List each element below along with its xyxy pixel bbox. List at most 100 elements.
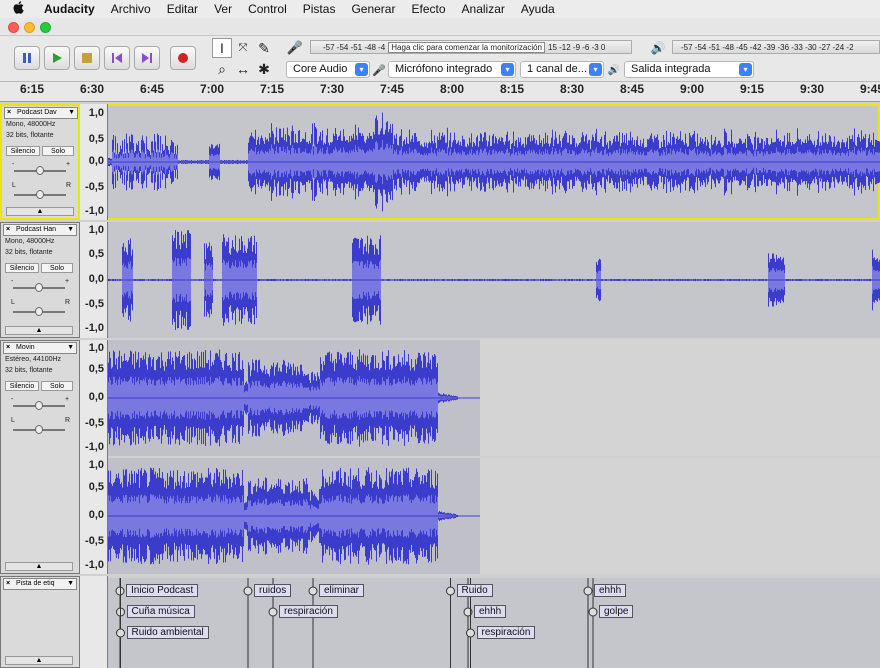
label-text[interactable]: ruidos xyxy=(254,584,292,597)
ruler-tick: 7:30 xyxy=(320,82,345,96)
gain-slider[interactable] xyxy=(14,166,66,175)
zoom-window-button[interactable] xyxy=(40,22,51,33)
label-text[interactable]: respiración xyxy=(476,626,536,639)
track-rate: Mono, 48000Hz xyxy=(6,121,56,128)
label-text[interactable]: ehhh xyxy=(594,584,627,597)
chevron-down-icon: ▼ xyxy=(68,109,75,116)
close-window-button[interactable] xyxy=(8,22,19,33)
y-tick: -1,0 xyxy=(85,441,104,453)
record-meter-icon[interactable]: 🎤 xyxy=(285,38,305,58)
record-meter[interactable]: -57 -54 -51 -48 -4 Haga clic para comenz… xyxy=(310,40,632,54)
gain-slider-thumb[interactable] xyxy=(35,401,43,410)
microphone-icon: 🎤 xyxy=(372,64,386,77)
track-name-menu[interactable]: × Movin ▼ xyxy=(3,342,77,354)
play-button[interactable] xyxy=(44,46,70,70)
solo-button[interactable]: Solo xyxy=(41,381,73,391)
gain-slider[interactable] xyxy=(13,401,65,410)
output-device-value: Salida integrada xyxy=(631,63,711,75)
pan-slider[interactable] xyxy=(13,307,65,316)
waveform-track-3-right[interactable] xyxy=(108,458,880,574)
solo-button[interactable]: Solo xyxy=(41,263,73,273)
track-name-menu[interactable]: × Podcast Han ▼ xyxy=(3,224,77,236)
gain-slider[interactable] xyxy=(13,283,65,292)
mute-button[interactable]: Silencio xyxy=(5,381,39,391)
label-text[interactable]: golpe xyxy=(599,605,634,618)
menu-generar[interactable]: Generar xyxy=(343,2,403,16)
label-text[interactable]: Ruido xyxy=(456,584,493,597)
output-device-select[interactable]: Salida integrada ▾ xyxy=(624,61,754,78)
input-device-select[interactable]: Micrófono integrado ▾ xyxy=(388,61,516,78)
host-select[interactable]: Core Audio ▾ xyxy=(286,61,370,78)
label-track[interactable]: Inicio Podcast Cuña música Ruido ambiental… xyxy=(108,578,880,668)
stop-button[interactable] xyxy=(74,46,100,70)
menu-control[interactable]: Control xyxy=(240,2,295,16)
skip-start-button[interactable] xyxy=(104,46,130,70)
pan-left-label: L xyxy=(12,182,16,189)
menu-analizar[interactable]: Analizar xyxy=(454,2,513,16)
label-track-control-panel: × Pista de etiq ▼ ▲ xyxy=(0,576,80,668)
waveform-track-1[interactable] xyxy=(108,104,880,220)
selection-tool[interactable]: I xyxy=(212,38,232,58)
timeline-ruler[interactable]: 6:15 6:30 6:45 7:00 7:15 7:30 7:45 8:00 8:15 8:30… xyxy=(0,82,880,102)
pan-slider[interactable] xyxy=(14,190,66,199)
menu-audacity[interactable]: Audacity xyxy=(36,2,103,16)
apple-icon[interactable] xyxy=(0,1,36,17)
zoom-tool[interactable]: ⌕ xyxy=(212,59,232,79)
track-name-menu[interactable]: × Pista de etiq ▼ xyxy=(3,578,77,590)
skip-end-button[interactable] xyxy=(134,46,160,70)
menu-efecto[interactable]: Efecto xyxy=(403,2,453,16)
track-y-axis: 1,0 0,5 0,0 -0,5 -1,0 1,0 0,5 0,0 -0,5 -… xyxy=(80,340,108,574)
track-control-panel: × Podcast Dav ▼ Mono, 48000Hz 32 bits, flo… xyxy=(0,104,80,220)
pause-button[interactable] xyxy=(14,46,40,70)
collapse-track-button[interactable]: ▲ xyxy=(6,207,74,216)
record-scale-right: 15 -12 -9 -6 -3 0 xyxy=(548,42,606,52)
close-icon[interactable]: × xyxy=(6,225,10,235)
collapse-track-button[interactable]: ▲ xyxy=(5,562,73,571)
collapse-track-button[interactable]: ▲ xyxy=(5,326,73,335)
host-value: Core Audio xyxy=(293,63,348,75)
gain-slider-thumb[interactable] xyxy=(36,166,44,175)
waveform-svg xyxy=(108,230,880,330)
pan-slider[interactable] xyxy=(13,425,65,434)
menu-archivo[interactable]: Archivo xyxy=(103,2,159,16)
track-name-menu[interactable]: × Podcast Dav ▼ xyxy=(4,107,78,119)
speaker-icon: 🔊 xyxy=(607,64,621,76)
label-text[interactable]: respiración xyxy=(279,605,338,618)
menu-ver[interactable]: Ver xyxy=(206,2,240,16)
pan-slider-thumb[interactable] xyxy=(36,190,44,199)
label-text[interactable]: Ruido ambiental xyxy=(126,626,209,639)
label-text[interactable]: Inicio Podcast xyxy=(126,584,199,597)
channels-select[interactable]: 1 canal de... ▾ xyxy=(520,61,604,78)
waveform-track-2[interactable] xyxy=(108,222,880,338)
mute-button[interactable]: Silencio xyxy=(6,146,40,156)
close-icon[interactable]: × xyxy=(7,108,11,118)
envelope-tool[interactable]: ⤧ xyxy=(233,38,253,58)
collapse-track-button[interactable]: ▲ xyxy=(5,656,73,665)
solo-button[interactable]: Solo xyxy=(42,146,74,156)
track-format: 32 bits, flotante xyxy=(5,367,53,374)
draw-tool[interactable]: ✎ xyxy=(254,38,274,58)
minimize-window-button[interactable] xyxy=(24,22,35,33)
pan-right-label: R xyxy=(65,299,71,306)
multi-tool[interactable]: ✱ xyxy=(254,59,274,79)
record-meter-prompt: Haga clic para comenzar la monitorizació… xyxy=(388,41,545,53)
menu-pistas[interactable]: Pistas xyxy=(295,2,344,16)
close-icon[interactable]: × xyxy=(6,579,10,589)
time-shift-tool[interactable]: ↔ xyxy=(233,59,253,79)
ruler-tick: 7:00 xyxy=(200,82,225,96)
menu-editar[interactable]: Editar xyxy=(159,2,206,16)
label-text[interactable]: ehhh xyxy=(474,605,507,618)
pan-slider-thumb[interactable] xyxy=(35,307,43,316)
pan-slider-thumb[interactable] xyxy=(35,425,43,434)
label-text[interactable]: eliminar xyxy=(319,584,365,597)
play-meter-icon[interactable]: 🔊 xyxy=(648,38,668,58)
close-icon[interactable]: × xyxy=(6,343,10,353)
menu-ayuda[interactable]: Ayuda xyxy=(513,2,563,16)
toolbar: I ⤧ ✎ ⌕ ↔ ✱ 🎤 -57 -54 -51 -48 -4 Haga cl… xyxy=(0,36,880,82)
label-text[interactable]: Cuña música xyxy=(126,605,195,618)
gain-slider-thumb[interactable] xyxy=(35,283,43,292)
play-meter[interactable]: -57 -54 -51 -48 -45 -42 -39 -36 -33 -30 … xyxy=(672,40,880,54)
mute-button[interactable]: Silencio xyxy=(5,263,39,273)
waveform-track-3-left[interactable] xyxy=(108,340,880,456)
record-button[interactable] xyxy=(170,46,196,70)
